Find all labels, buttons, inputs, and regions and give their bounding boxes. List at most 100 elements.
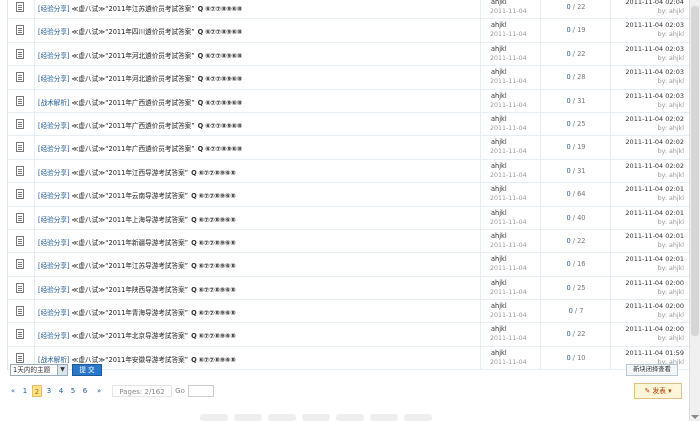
page-link-6[interactable]: 6	[80, 385, 90, 397]
thread-title[interactable]: [经验分享] ≪虚八试≫“2011年江苏遴价员考試答案” Q ⑥⑦⑦⑧⑨⑥⑧	[38, 3, 242, 13]
page-link-3[interactable]: 3	[44, 385, 54, 397]
last-post-time[interactable]: 2011-11-04 02:03	[625, 45, 684, 53]
thread-author[interactable]: ahjkl	[491, 232, 507, 240]
last-post-time[interactable]: 2011-11-04 02:01	[625, 232, 684, 240]
thread-title[interactable]: [经验分享] ≪虚八试≫“2011年上海导游考試答案” Q ⑥⑦⑦⑧⑨⑥⑧	[38, 214, 236, 224]
thread-title[interactable]: [经验分享] ≪虚八试≫“2011年陕西导游考試答案” Q ⑥⑦⑦⑧⑨⑥⑧	[38, 284, 236, 294]
last-post-time[interactable]: 2011-11-04 01:59	[625, 349, 684, 357]
thread-title[interactable]: [经验分享] ≪虚八试≫“2011年江苏导游考試答案” Q ⑥⑦⑦⑧⑨⑥⑧	[38, 260, 236, 270]
thread-title[interactable]: [经验分享] ≪虚八试≫“2011年江西导游考試答案” Q ⑥⑦⑦⑧⑨⑥⑧	[38, 167, 236, 177]
thread-title[interactable]: [经验分享] ≪虚八试≫“2011年广西遴价员考試答案” Q ⑥⑦⑦⑧⑨⑥⑧	[38, 143, 242, 153]
last-post-time[interactable]: 2011-11-04 02:02	[625, 162, 684, 170]
thread-title[interactable]: [经验分享] ≪虚八试≫“2011年云南导游考試答案” Q ⑥⑦⑦⑧⑨⑥⑧	[38, 190, 236, 200]
thread-title[interactable]: [经验分享] ≪虚八试≫“2011年河北遴价员考試答案” Q ⑥⑦⑦⑧⑨⑥⑧	[38, 73, 242, 83]
thread-category-link[interactable]: [经验分享]	[38, 332, 70, 340]
last-post-time[interactable]: 2011-11-04 02:01	[625, 209, 684, 217]
thread-title-text[interactable]: ≪虚八试≫“2011年江苏导游考試答案”	[72, 262, 189, 270]
time-filter-select[interactable]: 1天内的主题 ▼	[10, 364, 68, 376]
thread-title-text[interactable]: ≪虚八试≫“2011年广西遴价员考試答案”	[72, 122, 195, 130]
last-post-time[interactable]: 2011-11-04 02:03	[625, 68, 684, 76]
last-page-link[interactable]: »	[94, 385, 104, 397]
thread-title[interactable]: [战术解析] ≪虚八试≫“2011年广西遴价员考試答案” Q ⑥⑦⑦⑧⑨⑥⑧	[38, 97, 242, 107]
scroll-down-icon[interactable]	[691, 415, 699, 419]
footer-link[interactable]	[302, 414, 330, 421]
last-post-time[interactable]: 2011-11-04 02:03	[625, 92, 684, 100]
thread-title-text[interactable]: ≪虚八试≫“2011年河北遴价员考試答案”	[72, 75, 195, 83]
first-page-link[interactable]: «	[8, 385, 18, 397]
footer-link[interactable]	[200, 414, 228, 421]
thread-author[interactable]: ahjkl	[491, 138, 507, 146]
thread-author[interactable]: ahjkl	[491, 115, 507, 123]
page-link-5[interactable]: 5	[68, 385, 78, 397]
thread-author[interactable]: ahjkl	[491, 45, 507, 53]
last-post-time[interactable]: 2011-11-04 02:00	[625, 302, 684, 310]
last-post-time[interactable]: 2011-11-04 02:01	[625, 185, 684, 193]
thread-category-link[interactable]: [经验分享]	[38, 286, 70, 294]
vertical-scrollbar[interactable]	[689, 0, 700, 421]
thread-title[interactable]: [经验分享] ≪虚八试≫“2011年新疆导游考試答案” Q ⑥⑦⑦⑧⑨⑥⑧	[38, 237, 236, 247]
last-post-time[interactable]: 2011-11-04 02:00	[625, 325, 684, 333]
new-window-button[interactable]: 新块闭择查看	[626, 364, 678, 376]
post-button[interactable]: ✎ 发表 ▾	[634, 383, 682, 399]
scrollbar-thumb[interactable]	[691, 6, 699, 336]
thread-title[interactable]: [经验分享] ≪虚八试≫“2011年河北遴价员考試答案” Q ⑥⑦⑦⑧⑨⑥⑧	[38, 50, 242, 60]
thread-category-link[interactable]: [经验分享]	[38, 122, 70, 130]
last-post-time[interactable]: 2011-11-04 02:02	[625, 138, 684, 146]
thread-category-link[interactable]: [战术解析]	[38, 99, 70, 107]
thread-title-text[interactable]: ≪虚八试≫“2011年北京导游考試答案”	[72, 332, 189, 340]
submit-button[interactable]: 提 交	[72, 364, 102, 376]
page-link-1[interactable]: 1	[20, 385, 30, 397]
thread-title-text[interactable]: ≪虚八试≫“2011年陕西导游考試答案”	[72, 286, 189, 294]
thread-category-link[interactable]: [经验分享]	[38, 216, 70, 224]
thread-author[interactable]: ahjkl	[491, 349, 507, 357]
thread-author[interactable]: ahjkl	[491, 302, 507, 310]
thread-title-text[interactable]: ≪虚八试≫“2011年河北遴价员考試答案”	[72, 52, 195, 60]
thread-count-cell: 0 / 22	[540, 323, 611, 346]
thread-category-link[interactable]: [经验分享]	[38, 28, 70, 36]
thread-category-link[interactable]: [经验分享]	[38, 309, 70, 317]
thread-author[interactable]: ahjkl	[491, 92, 507, 100]
footer-link[interactable]	[268, 414, 296, 421]
thread-title-text[interactable]: ≪虚八试≫“2011年上海导游考試答案”	[72, 216, 189, 224]
thread-title[interactable]: [经验分享] ≪虚八试≫“2011年四川遴价员考試答案” Q ⑥⑦⑦⑧⑨⑥⑧	[38, 26, 242, 36]
thread-category-link[interactable]: [经验分享]	[38, 145, 70, 153]
thread-title[interactable]: [经验分享] ≪虚八试≫“2011年北京导游考試答案” Q ⑥⑦⑦⑧⑨⑥⑧	[38, 330, 236, 340]
thread-author[interactable]: ahjkl	[491, 325, 507, 333]
last-post-time[interactable]: 2011-11-04 02:01	[625, 255, 684, 263]
thread-category-link[interactable]: [经验分享]	[38, 239, 70, 247]
page-link-4[interactable]: 4	[56, 385, 66, 397]
thread-title-text[interactable]: ≪虚八试≫“2011年四川遴价员考試答案”	[72, 28, 195, 36]
thread-author[interactable]: ahjkl	[491, 255, 507, 263]
thread-category-link[interactable]: [经验分享]	[38, 52, 70, 60]
thread-category-link[interactable]: [经验分享]	[38, 192, 70, 200]
thread-title-text[interactable]: ≪虚八试≫“2011年新疆导游考試答案”	[72, 239, 189, 247]
last-post-time[interactable]: 2011-11-04 02:03	[625, 21, 684, 29]
thread-author[interactable]: ahjkl	[491, 68, 507, 76]
thread-title-text[interactable]: ≪虚八试≫“2011年广西遴价员考試答案”	[72, 145, 195, 153]
thread-category-link[interactable]: [经验分享]	[38, 75, 70, 83]
thread-author[interactable]: ahjkl	[491, 279, 507, 287]
footer-link[interactable]	[336, 414, 364, 421]
thread-title-text[interactable]: ≪虚八试≫“2011年江苏遴价员考試答案”	[72, 5, 195, 13]
footer-link[interactable]	[234, 414, 262, 421]
last-post-time[interactable]: 2011-11-04 02:04	[625, 0, 684, 6]
thread-author[interactable]: ahjkl	[491, 0, 507, 6]
thread-title[interactable]: [经验分享] ≪虚八试≫“2011年广西遴价员考試答案” Q ⑥⑦⑦⑧⑨⑥⑧	[38, 120, 242, 130]
thread-category-link[interactable]: [经验分享]	[38, 169, 70, 177]
footer-link[interactable]	[370, 414, 398, 421]
thread-author[interactable]: ahjkl	[491, 185, 507, 193]
thread-title-text[interactable]: ≪虚八试≫“2011年江西导游考試答案”	[72, 169, 189, 177]
thread-title[interactable]: [经验分享] ≪虚八试≫“2011年青海导游考試答案” Q ⑥⑦⑦⑧⑨⑥⑧	[38, 307, 236, 317]
thread-category-link[interactable]: [经验分享]	[38, 262, 70, 270]
last-post-time[interactable]: 2011-11-04 02:00	[625, 279, 684, 287]
thread-title-text[interactable]: ≪虚八试≫“2011年云南导游考試答案”	[72, 192, 189, 200]
thread-title-text[interactable]: ≪虚八试≫“2011年青海导游考試答案”	[72, 309, 189, 317]
thread-author[interactable]: ahjkl	[491, 209, 507, 217]
thread-author[interactable]: ahjkl	[491, 21, 507, 29]
page-jump-input[interactable]	[188, 385, 214, 397]
last-post-time[interactable]: 2011-11-04 02:02	[625, 115, 684, 123]
thread-category-link[interactable]: [经验分享]	[38, 5, 70, 13]
thread-author[interactable]: ahjkl	[491, 162, 507, 170]
thread-title-text[interactable]: ≪虚八试≫“2011年广西遴价员考試答案”	[72, 99, 195, 107]
footer-link[interactable]	[404, 414, 432, 421]
